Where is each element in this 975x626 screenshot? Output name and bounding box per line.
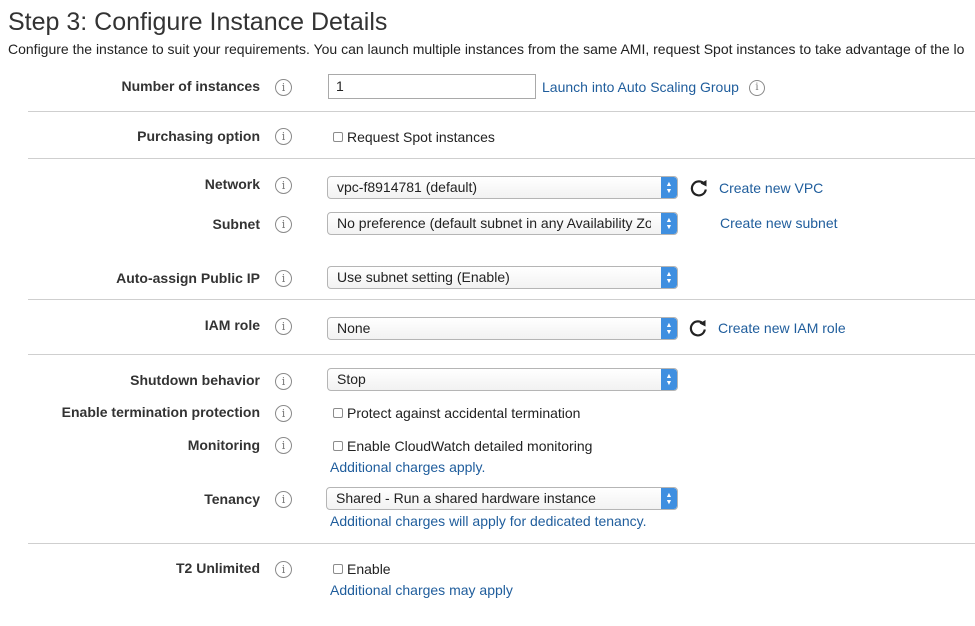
create-subnet-link[interactable]: Create new subnet xyxy=(720,215,838,231)
monitoring-checkbox-row[interactable]: Enable CloudWatch detailed monitoring xyxy=(333,438,592,454)
select-arrows-icon: ▲ ▼ xyxy=(661,177,677,198)
info-icon[interactable]: i xyxy=(275,437,292,454)
info-icon[interactable]: i xyxy=(275,405,292,422)
shutdown-behavior-label: Shutdown behavior xyxy=(130,372,260,388)
termination-checkbox-label: Protect against accidental termination xyxy=(347,405,581,421)
auto-assign-ip-label: Auto-assign Public IP xyxy=(116,270,260,286)
tenancy-select[interactable]: Shared - Run a shared hardware instance … xyxy=(326,487,678,510)
subnet-selected-value: No preference (default subnet in any Ava… xyxy=(337,215,651,231)
number-of-instances-label: Number of instances xyxy=(121,78,260,94)
select-arrows-icon: ▲ ▼ xyxy=(661,318,677,339)
divider xyxy=(28,158,975,159)
info-icon[interactable]: i xyxy=(275,177,292,194)
subnet-select[interactable]: No preference (default subnet in any Ava… xyxy=(327,212,678,235)
info-icon[interactable]: i xyxy=(275,270,292,287)
iam-role-select[interactable]: None ▲ ▼ xyxy=(327,317,678,340)
purchasing-option-label: Purchasing option xyxy=(137,128,260,144)
auto-assign-ip-select[interactable]: Use subnet setting (Enable) ▲ ▼ xyxy=(327,266,678,289)
request-spot-label: Request Spot instances xyxy=(347,129,495,145)
termination-checkbox[interactable] xyxy=(333,408,343,418)
request-spot-checkbox[interactable] xyxy=(333,132,343,142)
network-select[interactable]: vpc-f8914781 (default) ▲ ▼ xyxy=(327,176,678,199)
termination-protection-label: Enable termination protection xyxy=(61,404,260,420)
select-arrows-icon: ▲ ▼ xyxy=(661,213,677,234)
shutdown-behavior-selected-value: Stop xyxy=(337,371,366,387)
tenancy-label: Tenancy xyxy=(204,491,260,507)
monitoring-label: Monitoring xyxy=(187,437,260,453)
info-icon[interactable]: i xyxy=(275,79,292,96)
t2-unlimited-checkbox[interactable] xyxy=(333,564,343,574)
t2-unlimited-checkbox-row[interactable]: Enable xyxy=(333,561,391,577)
shutdown-behavior-select[interactable]: Stop ▲ ▼ xyxy=(327,368,678,391)
t2-charges-link[interactable]: Additional charges may apply xyxy=(330,582,513,598)
info-icon[interactable]: i xyxy=(275,561,292,578)
t2-unlimited-checkbox-label: Enable xyxy=(347,561,391,577)
monitoring-checkbox-label: Enable CloudWatch detailed monitoring xyxy=(347,438,593,454)
info-icon[interactable]: i xyxy=(275,318,292,335)
subnet-label: Subnet xyxy=(212,216,260,232)
monitoring-checkbox[interactable] xyxy=(333,441,343,451)
divider xyxy=(28,354,975,355)
network-label: Network xyxy=(204,176,260,192)
page-title: Step 3: Configure Instance Details xyxy=(8,8,388,36)
request-spot-checkbox-row[interactable]: Request Spot instances xyxy=(333,129,495,145)
info-icon[interactable]: i xyxy=(275,373,292,390)
termination-checkbox-row[interactable]: Protect against accidental termination xyxy=(333,405,580,421)
create-vpc-link[interactable]: Create new VPC xyxy=(719,180,823,196)
info-icon[interactable]: i xyxy=(275,491,292,508)
divider xyxy=(28,299,975,300)
refresh-icon[interactable] xyxy=(689,178,709,198)
info-icon[interactable]: i xyxy=(275,216,292,233)
iam-role-label: IAM role xyxy=(204,317,260,333)
monitoring-charges-link[interactable]: Additional charges apply. xyxy=(330,459,485,475)
tenancy-selected-value: Shared - Run a shared hardware instance xyxy=(336,490,596,506)
tenancy-charges-link[interactable]: Additional charges will apply for dedica… xyxy=(330,513,646,529)
divider xyxy=(28,543,975,544)
divider xyxy=(28,111,975,112)
page-subtitle: Configure the instance to suit your requ… xyxy=(8,41,965,57)
info-icon[interactable]: i xyxy=(275,128,292,145)
number-of-instances-input[interactable]: 1 xyxy=(328,74,536,99)
select-arrows-icon: ▲ ▼ xyxy=(661,267,677,288)
create-iam-role-link[interactable]: Create new IAM role xyxy=(718,320,846,336)
auto-assign-ip-selected-value: Use subnet setting (Enable) xyxy=(337,269,510,285)
info-icon[interactable]: i xyxy=(749,80,765,96)
refresh-icon[interactable] xyxy=(688,318,708,338)
iam-role-selected-value: None xyxy=(337,320,371,336)
launch-asg-link[interactable]: Launch into Auto Scaling Group xyxy=(542,79,739,95)
select-arrows-icon: ▲ ▼ xyxy=(661,369,677,390)
network-selected-value: vpc-f8914781 (default) xyxy=(337,179,478,195)
select-arrows-icon: ▲ ▼ xyxy=(661,488,677,509)
t2-unlimited-label: T2 Unlimited xyxy=(175,560,260,576)
